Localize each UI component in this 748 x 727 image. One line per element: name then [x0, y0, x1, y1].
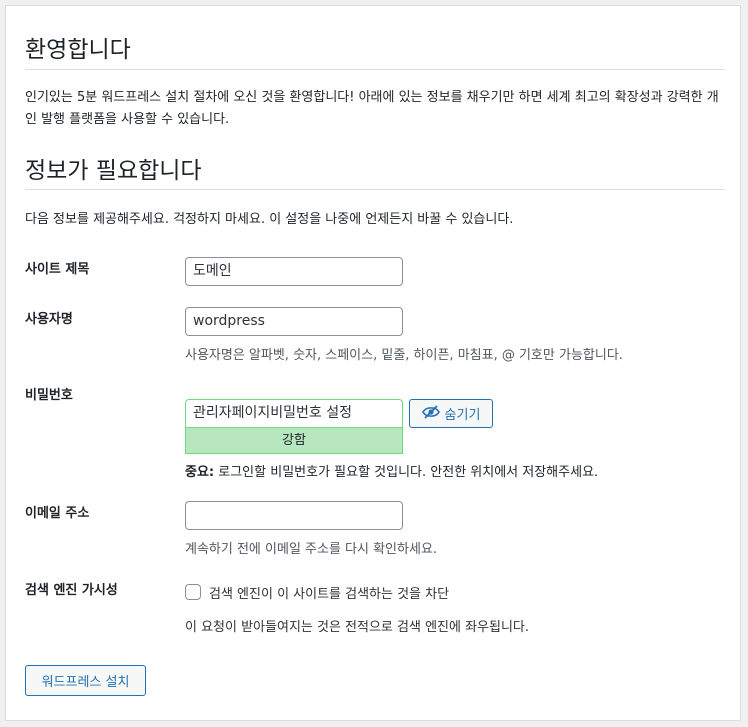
email-label: 이메일 주소	[25, 506, 90, 521]
site-title-label: 사이트 제목	[25, 262, 90, 277]
info-heading: 정보가 필요합니다	[25, 158, 202, 184]
info-text: 다음 정보를 제공해주세요. 걱정하지 마세요. 이 설정을 나중에 언제든지 …	[25, 212, 514, 227]
username-label: 사용자명	[25, 312, 73, 327]
welcome-divider	[25, 69, 725, 70]
setup-panel: 환영합니다 인기있는 5분 워드프레스 설치 절차에 오신 것을 환영합니다! …	[5, 5, 741, 721]
visibility-label: 검색 엔진 가시성	[25, 583, 118, 598]
password-note-text: 로그인할 비밀번호가 필요할 것입니다. 안전한 위치에서 저장해주세요.	[214, 465, 599, 480]
username-description: 사용자명은 알파벳, 숫자, 스페이스, 밑줄, 하이픈, 마침표, @ 기호만…	[185, 348, 623, 363]
block-search-label[interactable]: 검색 엔진이 이 사이트를 검색하는 것을 차단	[209, 583, 449, 602]
username-input[interactable]: wordpress	[185, 307, 403, 336]
install-wordpress-button[interactable]: 워드프레스 설치	[25, 665, 146, 696]
hide-label: 숨기기	[444, 408, 481, 423]
password-note: 중요: 로그인할 비밀번호가 필요할 것입니다. 안전한 위치에서 저장해주세요…	[185, 461, 598, 480]
password-label: 비밀번호	[25, 388, 73, 403]
password-strength-meter: 강함	[185, 428, 403, 454]
visibility-description: 이 요청이 받아들여지는 것은 전적으로 검색 엔진에 좌우됩니다.	[185, 620, 530, 635]
site-title-input[interactable]: 도메인	[185, 257, 403, 286]
info-divider	[25, 189, 725, 190]
welcome-text: 인기있는 5분 워드프레스 설치 절차에 오신 것을 환영합니다! 아래에 있는…	[25, 90, 719, 127]
password-input[interactable]: 관리자페이지비밀번호 설정	[185, 399, 403, 428]
block-search-checkbox[interactable]	[185, 584, 201, 600]
password-note-strong: 중요:	[185, 465, 215, 480]
email-description: 계속하기 전에 이메일 주소를 다시 확인하세요.	[185, 542, 438, 557]
welcome-heading: 환영합니다	[25, 37, 131, 63]
email-input[interactable]	[185, 501, 403, 530]
eye-slash-icon	[421, 404, 440, 423]
hide-password-button[interactable]: 숨기기	[409, 399, 493, 428]
